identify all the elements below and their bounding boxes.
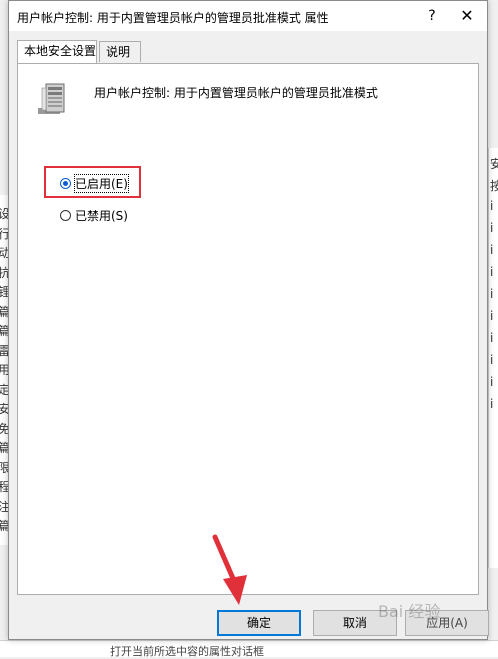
server-icon: [38, 83, 65, 114]
background-status-text: 打开当前所选中容的属性对话框: [110, 645, 264, 658]
help-button[interactable]: ?: [421, 5, 443, 27]
background-right-char: i: [490, 287, 494, 301]
background-right-char: i: [490, 353, 494, 367]
background-right-char: 按: [490, 179, 498, 193]
background-right-char: i: [490, 265, 494, 279]
close-button[interactable]: ✕: [455, 5, 479, 27]
watermark: Bai 经验: [378, 602, 441, 621]
tab-panel: 用户帐户控制: 用于内置管理员帐户的管理员批准模式 已启用(E) 已禁用(S): [17, 63, 479, 595]
disabled-radio[interactable]: [60, 209, 71, 221]
enabled-radio-option[interactable]: 已启用(E): [60, 173, 129, 193]
dialog-title: 用户帐户控制: 用于内置管理员帐户的管理员批准模式 属性: [17, 11, 329, 25]
background-right-char: 安: [490, 157, 498, 171]
properties-dialog: 用户帐户控制: 用于内置管理员帐户的管理员批准模式 属性 ? ✕ 本地安全设置 …: [8, 0, 489, 640]
ok-button[interactable]: 确定: [217, 610, 301, 636]
pointer-arrow-annotation: [212, 534, 247, 605]
background-right-char: i: [490, 199, 494, 213]
background-right-char: i: [490, 397, 494, 411]
disabled-label[interactable]: 已禁用(S): [75, 207, 128, 224]
title-bar[interactable]: 用户帐户控制: 用于内置管理员帐户的管理员批准模式 属性 ? ✕: [9, 1, 487, 31]
background-right-char: i: [490, 221, 494, 235]
enabled-label[interactable]: 已启用(E): [74, 173, 129, 193]
background-right-char: i: [490, 309, 494, 323]
background-right-char: i: [490, 331, 494, 345]
disabled-radio-option[interactable]: 已禁用(S): [60, 206, 128, 224]
background-right-char: i: [490, 243, 494, 257]
tab-local-security-setting[interactable]: 本地安全设置: [17, 40, 97, 63]
policy-name: 用户帐户控制: 用于内置管理员帐户的管理员批准模式: [94, 86, 378, 100]
tab-explain[interactable]: 说明: [99, 41, 141, 62]
background-right-char: i: [490, 375, 494, 389]
enabled-radio[interactable]: [60, 177, 71, 189]
